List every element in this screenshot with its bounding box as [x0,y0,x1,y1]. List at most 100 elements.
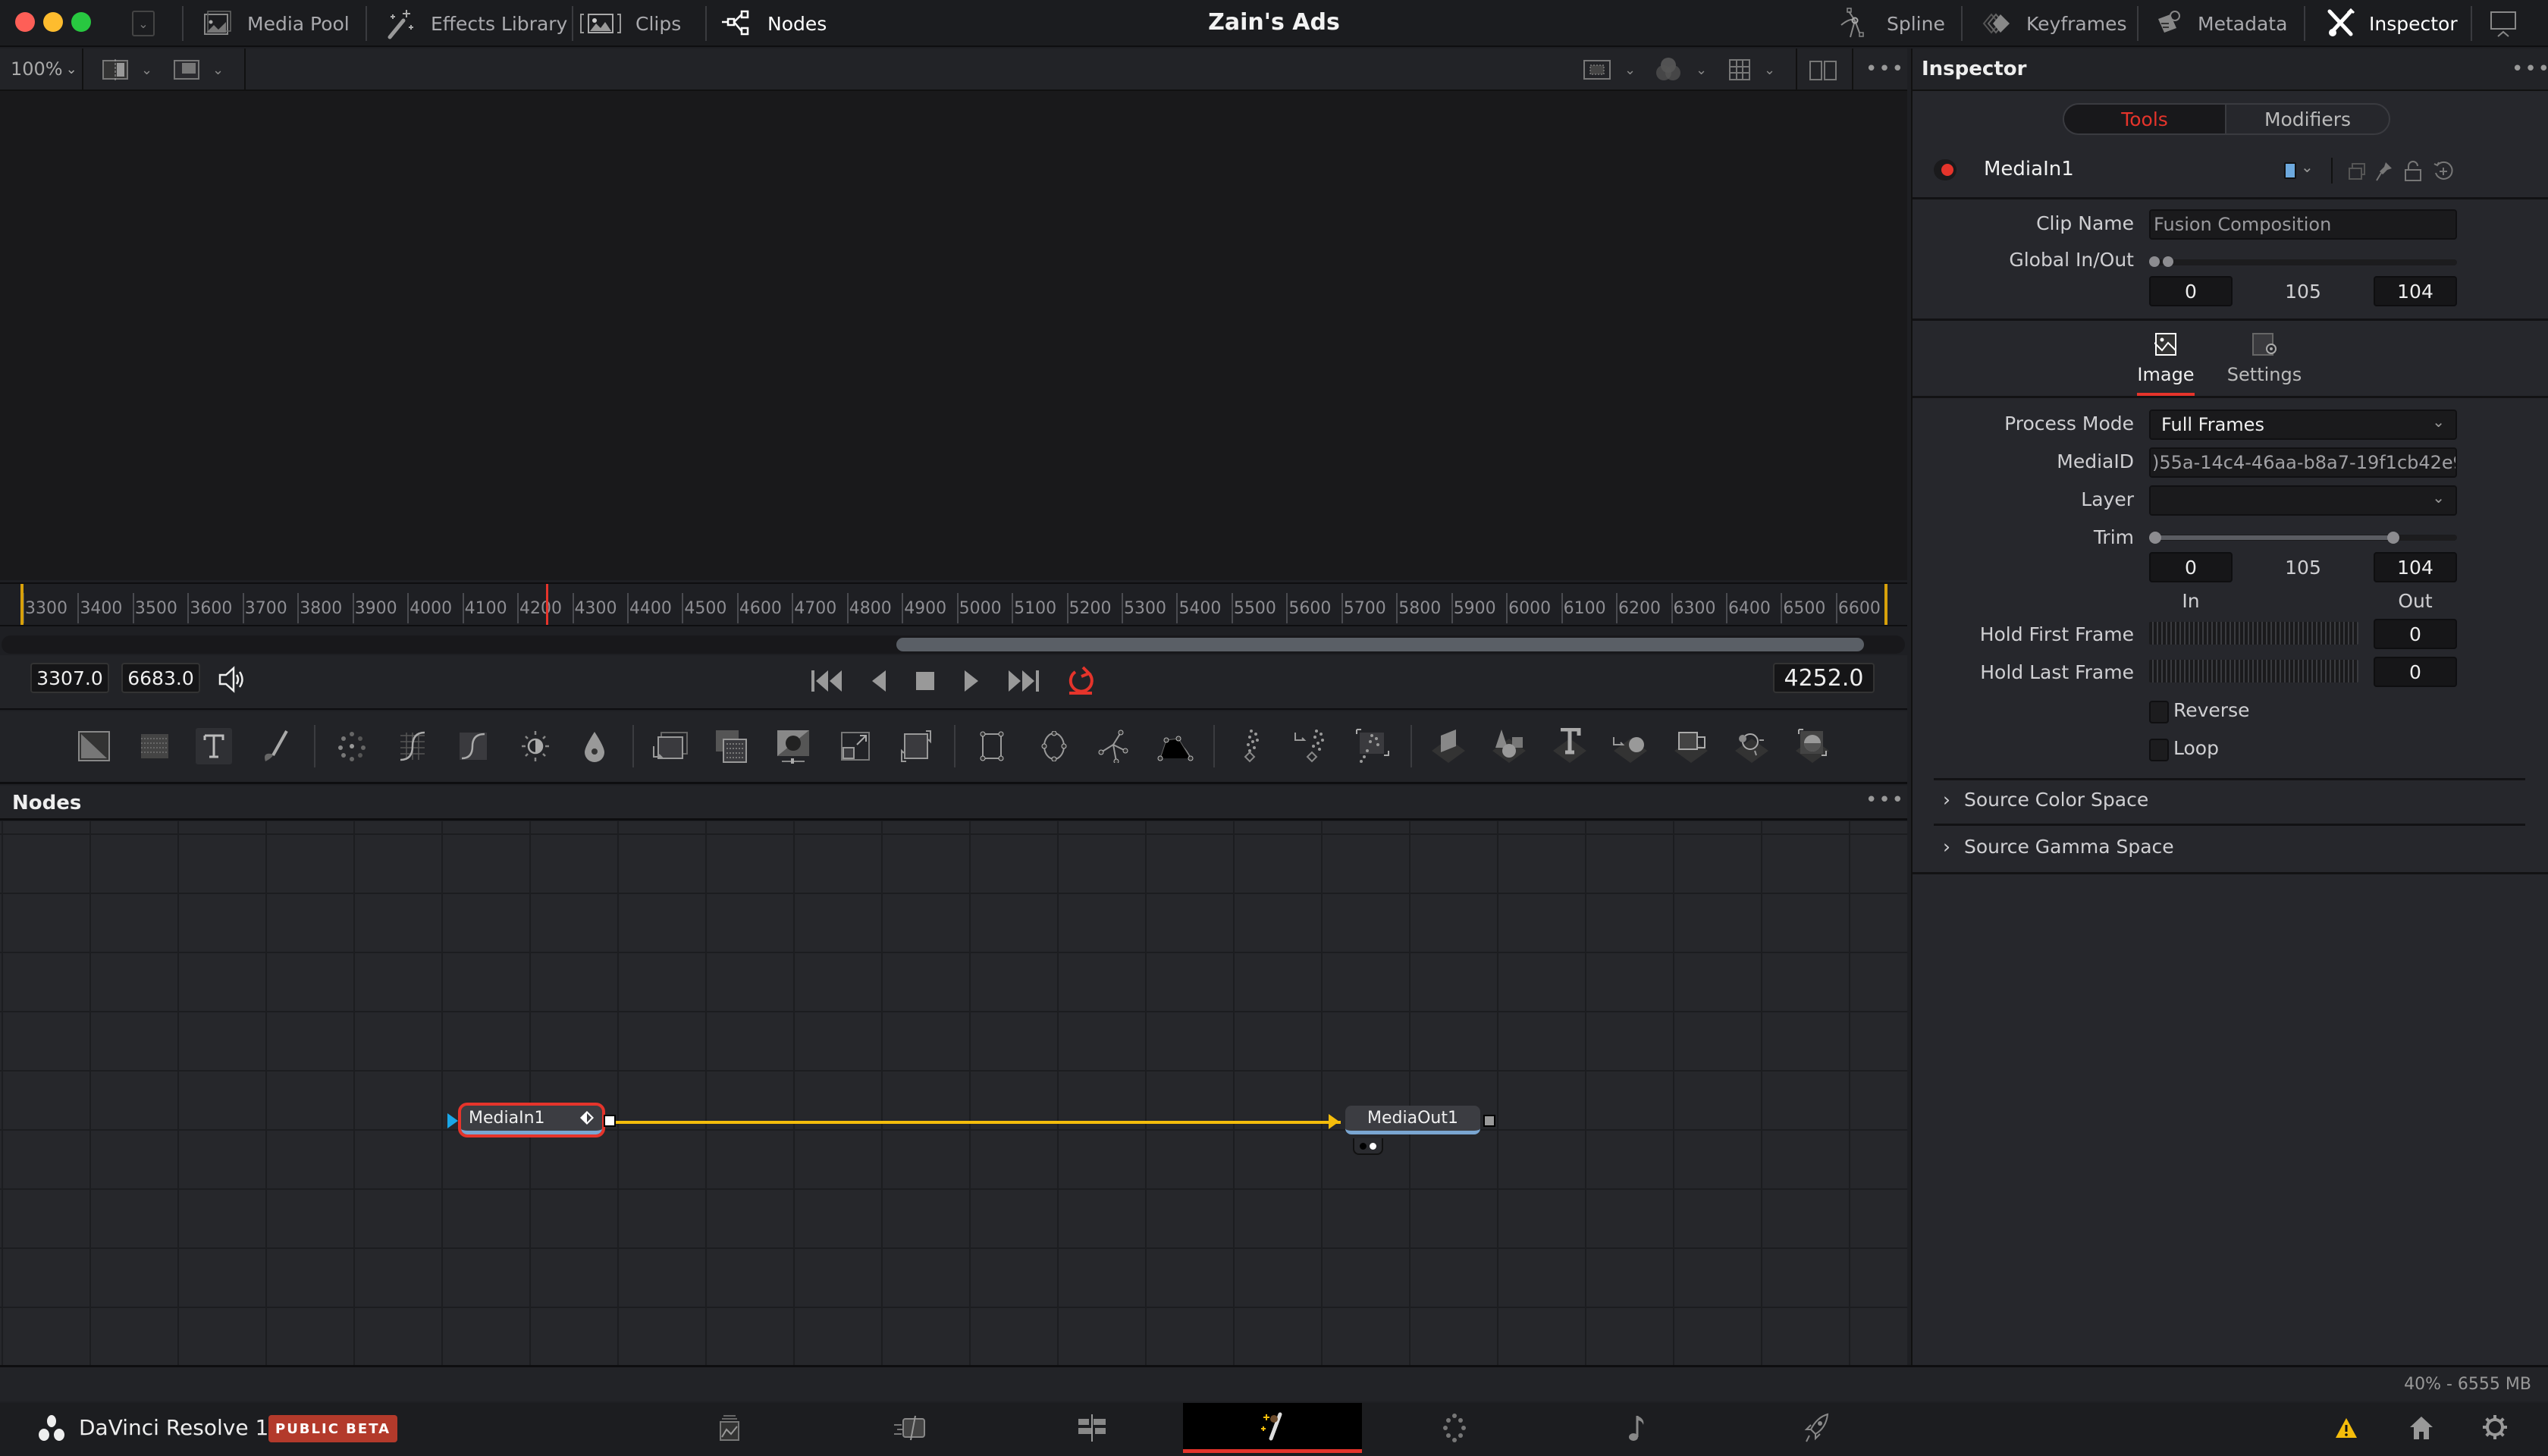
inspector-options-button[interactable]: ••• [2512,58,2548,80]
global-start-time-field[interactable]: 3307.0 [30,663,109,693]
current-time-field[interactable]: 4252.0 [1773,663,1875,693]
page-media-button[interactable] [640,1403,819,1453]
merge-3d-tool[interactable] [1612,728,1649,764]
fast-noise-tool[interactable] [136,728,173,764]
viewer2-indicator-icon[interactable] [1370,1142,1376,1150]
workspace-menu-button[interactable]: ⌄ [132,11,155,36]
color-channel-dropdown[interactable]: ⌄ [1655,56,1707,83]
close-window-button[interactable] [15,12,35,32]
paint-tool[interactable] [256,728,293,764]
viewer-options-button[interactable]: ••• [1866,58,1905,80]
text-plus-tool[interactable] [196,728,232,764]
viewer-canvas[interactable] [0,91,1907,580]
hold-first-frame-field[interactable]: 0 [2374,619,2457,649]
image-plane-3d-tool[interactable] [1430,728,1467,764]
page-deliver-button[interactable] [1727,1403,1906,1453]
node-mediain1[interactable]: MediaIn1 [458,1103,605,1138]
page-color-button[interactable] [1365,1403,1544,1453]
minimize-window-button[interactable] [43,12,63,32]
bspline-mask-tool[interactable] [1157,728,1194,764]
hold-last-frame-field[interactable]: 0 [2374,657,2457,687]
particle-gravity-tool[interactable] [1354,728,1391,764]
color-corrector-tool[interactable] [455,728,491,764]
blur-tool[interactable] [334,728,370,764]
split-view-dropdown[interactable]: ⌄ [102,59,152,80]
process-mode-dropdown[interactable]: Full Frames ⌄ [2149,410,2457,440]
timeline-scrollbar[interactable] [2,635,1905,654]
trim-in-field[interactable]: 0 [2149,552,2233,582]
effects-library-button[interactable]: Effects Library [384,0,567,47]
dual-viewer-button[interactable] [1809,61,1837,83]
pin-button[interactable] [2375,161,2393,185]
stop-button[interactable] [915,670,936,695]
lock-button[interactable] [2404,161,2422,185]
go-to-end-button[interactable] [1007,669,1040,696]
audio-button[interactable] [217,666,247,696]
zoom-level-dropdown[interactable]: 100% ⌄ [11,58,77,80]
tool-enable-toggle[interactable] [1934,159,1956,180]
spotlight-3d-tool[interactable] [1734,728,1770,764]
loader-tool[interactable] [652,728,689,764]
trim-out-field[interactable]: 104 [2374,552,2457,582]
hold-last-frame-slider[interactable] [2149,660,2358,682]
transform-tool[interactable] [837,728,874,764]
media-id-field[interactable]: )55a-14c4-46aa-b8a7-19f1cb42e930 [2149,447,2457,478]
ellipse-mask-tool[interactable] [1036,728,1072,764]
polygon-mask-tool[interactable] [1097,728,1133,764]
clip-name-field[interactable]: Fusion Composition [2149,209,2457,240]
renderer-3d-tool[interactable] [1794,728,1831,764]
versions-button[interactable] [2348,162,2366,184]
merge-tool[interactable] [713,728,749,764]
warning-button[interactable] [2334,1417,2358,1442]
node-view-indicators[interactable] [1353,1138,1383,1155]
inspector-button[interactable]: Inspector [2325,0,2458,47]
page-fusion-button[interactable] [1183,1403,1362,1453]
brightness-contrast-tool[interactable] [517,728,554,764]
page-cut-button[interactable] [821,1403,999,1453]
loop-button[interactable] [1063,666,1098,699]
tool-color-swatch[interactable] [2284,162,2296,179]
node-output-port[interactable] [604,1115,616,1127]
node-input-arrow-icon[interactable] [447,1113,458,1128]
global-in-field[interactable]: 0 [2149,276,2233,306]
node-editor-canvas[interactable]: MediaIn1 MediaOut1 [0,821,1907,1365]
play-reverse-button[interactable] [871,669,887,696]
zoom-window-button[interactable] [71,12,91,32]
global-out-handle[interactable] [2163,256,2173,267]
media-pool-button[interactable]: Media Pool [202,0,350,47]
subtab-image[interactable]: Image [2137,332,2195,385]
global-in-handle[interactable] [2149,256,2160,267]
rectangle-mask-tool[interactable] [974,728,1010,764]
section-source-color-space[interactable]: › Source Color Space [1943,789,2148,811]
metadata-button[interactable]: Metadata [2154,0,2287,47]
scrollbar-thumb[interactable] [896,638,1864,651]
node-connection-line[interactable] [611,1121,1341,1124]
trim-in-handle[interactable] [2149,532,2161,544]
playhead[interactable] [545,584,548,625]
node-mediaout1[interactable]: MediaOut1 [1345,1106,1480,1134]
page-fairlight-button[interactable] [1547,1403,1726,1453]
tab-modifiers[interactable]: Modifiers [2226,105,2389,133]
layer-dropdown[interactable]: ⌄ [2149,485,2457,516]
nodes-options-button[interactable]: ••• [1866,789,1905,811]
text-3d-tool[interactable] [1552,728,1588,764]
camera-3d-tool[interactable] [1673,728,1709,764]
section-source-gamma-space[interactable]: › Source Gamma Space [1943,836,2174,858]
nodes-button[interactable]: Nodes [720,0,827,47]
matte-control-tool[interactable] [576,728,613,764]
grid-overlay-dropdown[interactable]: ⌄ [1729,59,1775,80]
global-end-time-field[interactable]: 6683.0 [121,663,200,693]
channel-view-dropdown[interactable]: ⌄ [173,59,224,80]
keyframes-button[interactable]: Keyframes [1976,0,2126,47]
roi-dropdown[interactable]: ⌄ [1583,59,1636,80]
page-edit-button[interactable] [1003,1403,1181,1453]
trim-out-handle[interactable] [2386,532,2399,544]
project-manager-button[interactable] [2408,1415,2434,1444]
node-output-port[interactable] [1483,1115,1495,1127]
viewer1-indicator-icon[interactable] [1360,1142,1367,1150]
tab-tools[interactable]: Tools [2064,105,2226,133]
spline-button[interactable]: Spline [1840,0,1945,47]
project-settings-button[interactable] [2481,1414,2509,1444]
time-ruler[interactable]: 3300 3400 3500 3600 3700 3800 3900 4000 4100 4200… [0,582,1907,626]
clips-button[interactable]: Clips [579,0,681,47]
